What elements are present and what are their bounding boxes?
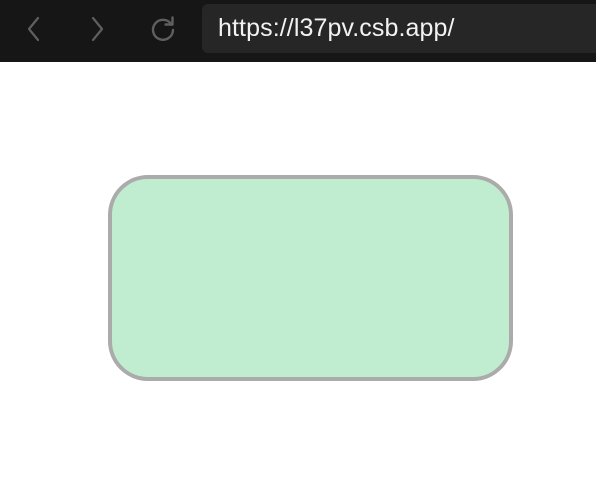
green-rounded-box: [108, 175, 513, 381]
chevron-left-icon: [24, 14, 44, 44]
page-content: [0, 62, 596, 482]
browser-toolbar: https://l37pv.csb.app/: [0, 0, 596, 62]
back-button[interactable]: [14, 9, 54, 49]
reload-button[interactable]: [143, 9, 183, 49]
address-bar[interactable]: https://l37pv.csb.app/: [202, 4, 596, 53]
reload-icon: [147, 13, 179, 45]
forward-button[interactable]: [77, 9, 117, 49]
url-text: https://l37pv.csb.app/: [218, 14, 455, 42]
chevron-right-icon: [87, 14, 107, 44]
